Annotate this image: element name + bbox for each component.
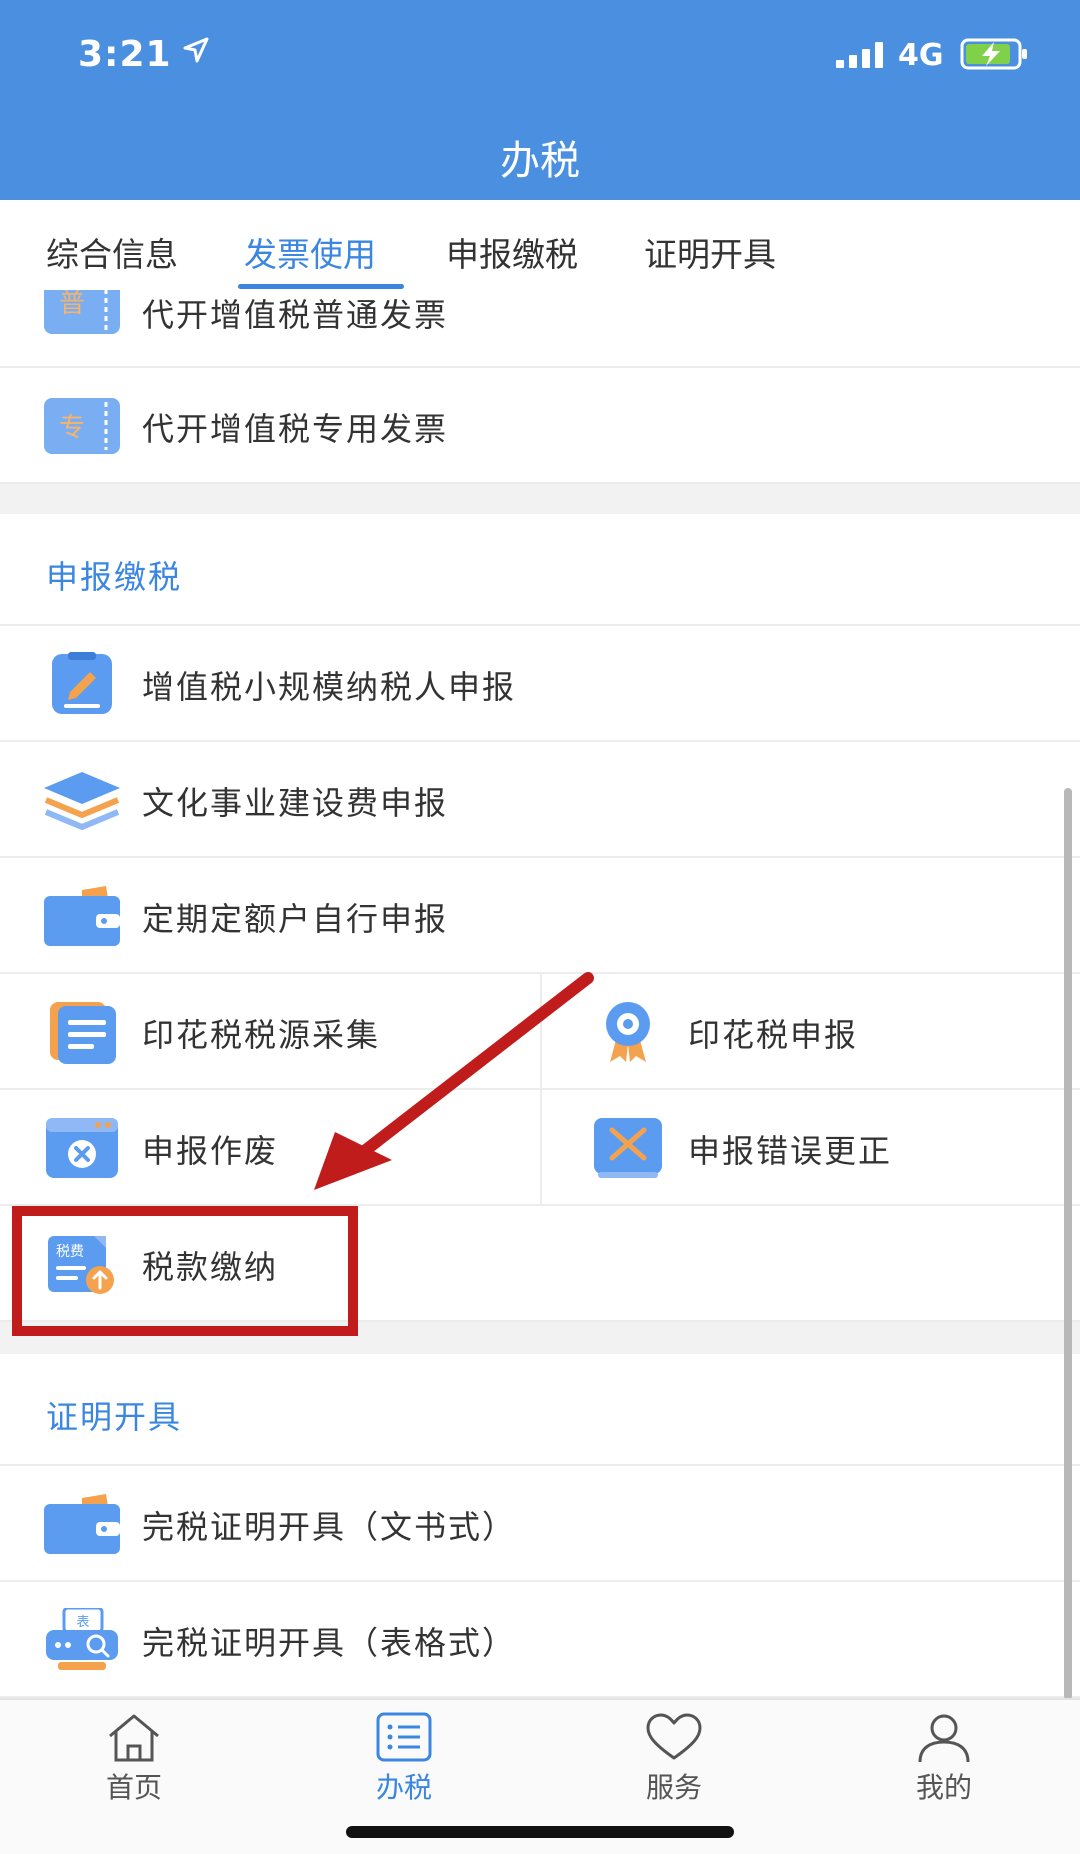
tabbar-item-tax[interactable]: 办税 bbox=[314, 1712, 494, 1806]
active-tab-indicator bbox=[238, 284, 404, 289]
tabbar-label: 我的 bbox=[915, 1771, 972, 1804]
list-item-label: 文化事业建设费申报 bbox=[142, 784, 449, 822]
person-icon bbox=[918, 1714, 970, 1763]
status-bar: 3:21 4G bbox=[0, 0, 1080, 110]
tabbar-item-service[interactable]: 服务 bbox=[584, 1712, 764, 1806]
list-item-label: 代开增值税专用发票 bbox=[142, 410, 449, 448]
section-header-declare: 申报缴税 bbox=[0, 514, 1080, 626]
list-item-tax-certificate-document[interactable]: 完税证明开具（文书式） bbox=[0, 1466, 1080, 1582]
list-item-vat-small-scale[interactable]: 增值税小规模纳税人申报 bbox=[0, 626, 1080, 742]
home-icon bbox=[109, 1714, 159, 1762]
list-item-label: 增值税小规模纳税人申报 bbox=[142, 668, 517, 706]
tab-overview[interactable]: 综合信息 bbox=[46, 228, 178, 276]
grid-item-declare-void[interactable]: 申报作废 bbox=[0, 1090, 540, 1206]
list-item-culture-fee[interactable]: 文化事业建设费申报 bbox=[0, 742, 1080, 858]
tabbar-label: 服务 bbox=[645, 1771, 702, 1804]
network-type: 4G bbox=[898, 38, 944, 73]
tabbar-label: 办税 bbox=[375, 1771, 432, 1804]
documents-icon bbox=[50, 1002, 116, 1064]
list-item-invoice-general[interactable]: 普 代开增值税普通发票 bbox=[0, 290, 1080, 368]
page-title: 办税 bbox=[500, 138, 580, 184]
status-time: 3:21 bbox=[78, 34, 172, 75]
clipboard-pen-icon bbox=[52, 652, 112, 714]
list-item-periodic-quota[interactable]: 定期定额户自行申报 bbox=[0, 858, 1080, 974]
location-arrow-icon bbox=[183, 37, 209, 63]
ticket-pu-icon: 普 bbox=[44, 290, 120, 334]
grid-item-label: 申报作废 bbox=[142, 1132, 279, 1170]
layers-icon bbox=[44, 772, 120, 830]
list-item-label: 完税证明开具（文书式） bbox=[142, 1508, 517, 1546]
section-header-certificates: 证明开具 bbox=[0, 1354, 1080, 1466]
ticket-zhuan-icon-text: 专 bbox=[59, 413, 85, 443]
grid-item-declare-correction[interactable]: 申报错误更正 bbox=[540, 1090, 1080, 1206]
table-search-icon: 表 bbox=[46, 1608, 118, 1670]
grid-item-stamp-tax-source[interactable]: 印花税税源采集 bbox=[0, 974, 540, 1090]
list-item-invoice-special[interactable]: 专 代开增值税专用发票 bbox=[0, 368, 1080, 484]
ticket-zhuan-icon: 专 bbox=[44, 398, 120, 454]
ticket-pu-icon-text: 普 bbox=[59, 290, 85, 319]
section-title: 申报缴税 bbox=[46, 558, 183, 596]
battery-charging-icon bbox=[960, 38, 1027, 70]
badge-icon bbox=[606, 1002, 650, 1062]
nav-bar: 办税 bbox=[0, 110, 1080, 200]
grid-item-label: 印花税税源采集 bbox=[142, 1016, 381, 1054]
highlight-box bbox=[12, 1206, 358, 1336]
tab-declare-pay[interactable]: 申报缴税 bbox=[446, 228, 578, 276]
tabbar-item-mine[interactable]: 我的 bbox=[854, 1712, 1034, 1806]
list-item-label: 定期定额户自行申报 bbox=[142, 900, 449, 938]
home-indicator bbox=[346, 1826, 734, 1838]
tab-invoice-use[interactable]: 发票使用 bbox=[244, 228, 376, 276]
list-item-tax-certificate-table[interactable]: 表 完税证明开具（表格式） bbox=[0, 1582, 1080, 1698]
list-item-label: 完税证明开具（表格式） bbox=[142, 1624, 517, 1662]
scrollbar[interactable] bbox=[1064, 788, 1072, 1700]
grid-item-stamp-tax-declare[interactable]: 印花税申报 bbox=[540, 974, 1080, 1090]
grid-item-label: 印花税申报 bbox=[688, 1016, 859, 1054]
grid-item-label: 申报错误更正 bbox=[688, 1132, 893, 1170]
tab-strip: 综合信息 发票使用 申报缴税 证明开具 bbox=[0, 200, 1080, 290]
wallet-icon bbox=[44, 1494, 120, 1554]
signal-icon bbox=[836, 42, 883, 68]
heart-icon bbox=[646, 1713, 702, 1760]
cancel-window-icon bbox=[46, 1118, 118, 1178]
correction-icon bbox=[594, 1118, 662, 1178]
wallet-icon bbox=[44, 886, 120, 946]
list-icon bbox=[376, 1712, 432, 1762]
list-item-label: 代开增值税普通发票 bbox=[142, 296, 449, 334]
section-title: 证明开具 bbox=[46, 1398, 183, 1436]
section-divider bbox=[0, 484, 1080, 514]
tab-certificates[interactable]: 证明开具 bbox=[644, 228, 776, 276]
tabbar-label: 首页 bbox=[105, 1771, 162, 1804]
table-icon-text: 表 bbox=[76, 1615, 89, 1630]
tabbar-item-home[interactable]: 首页 bbox=[44, 1712, 224, 1806]
